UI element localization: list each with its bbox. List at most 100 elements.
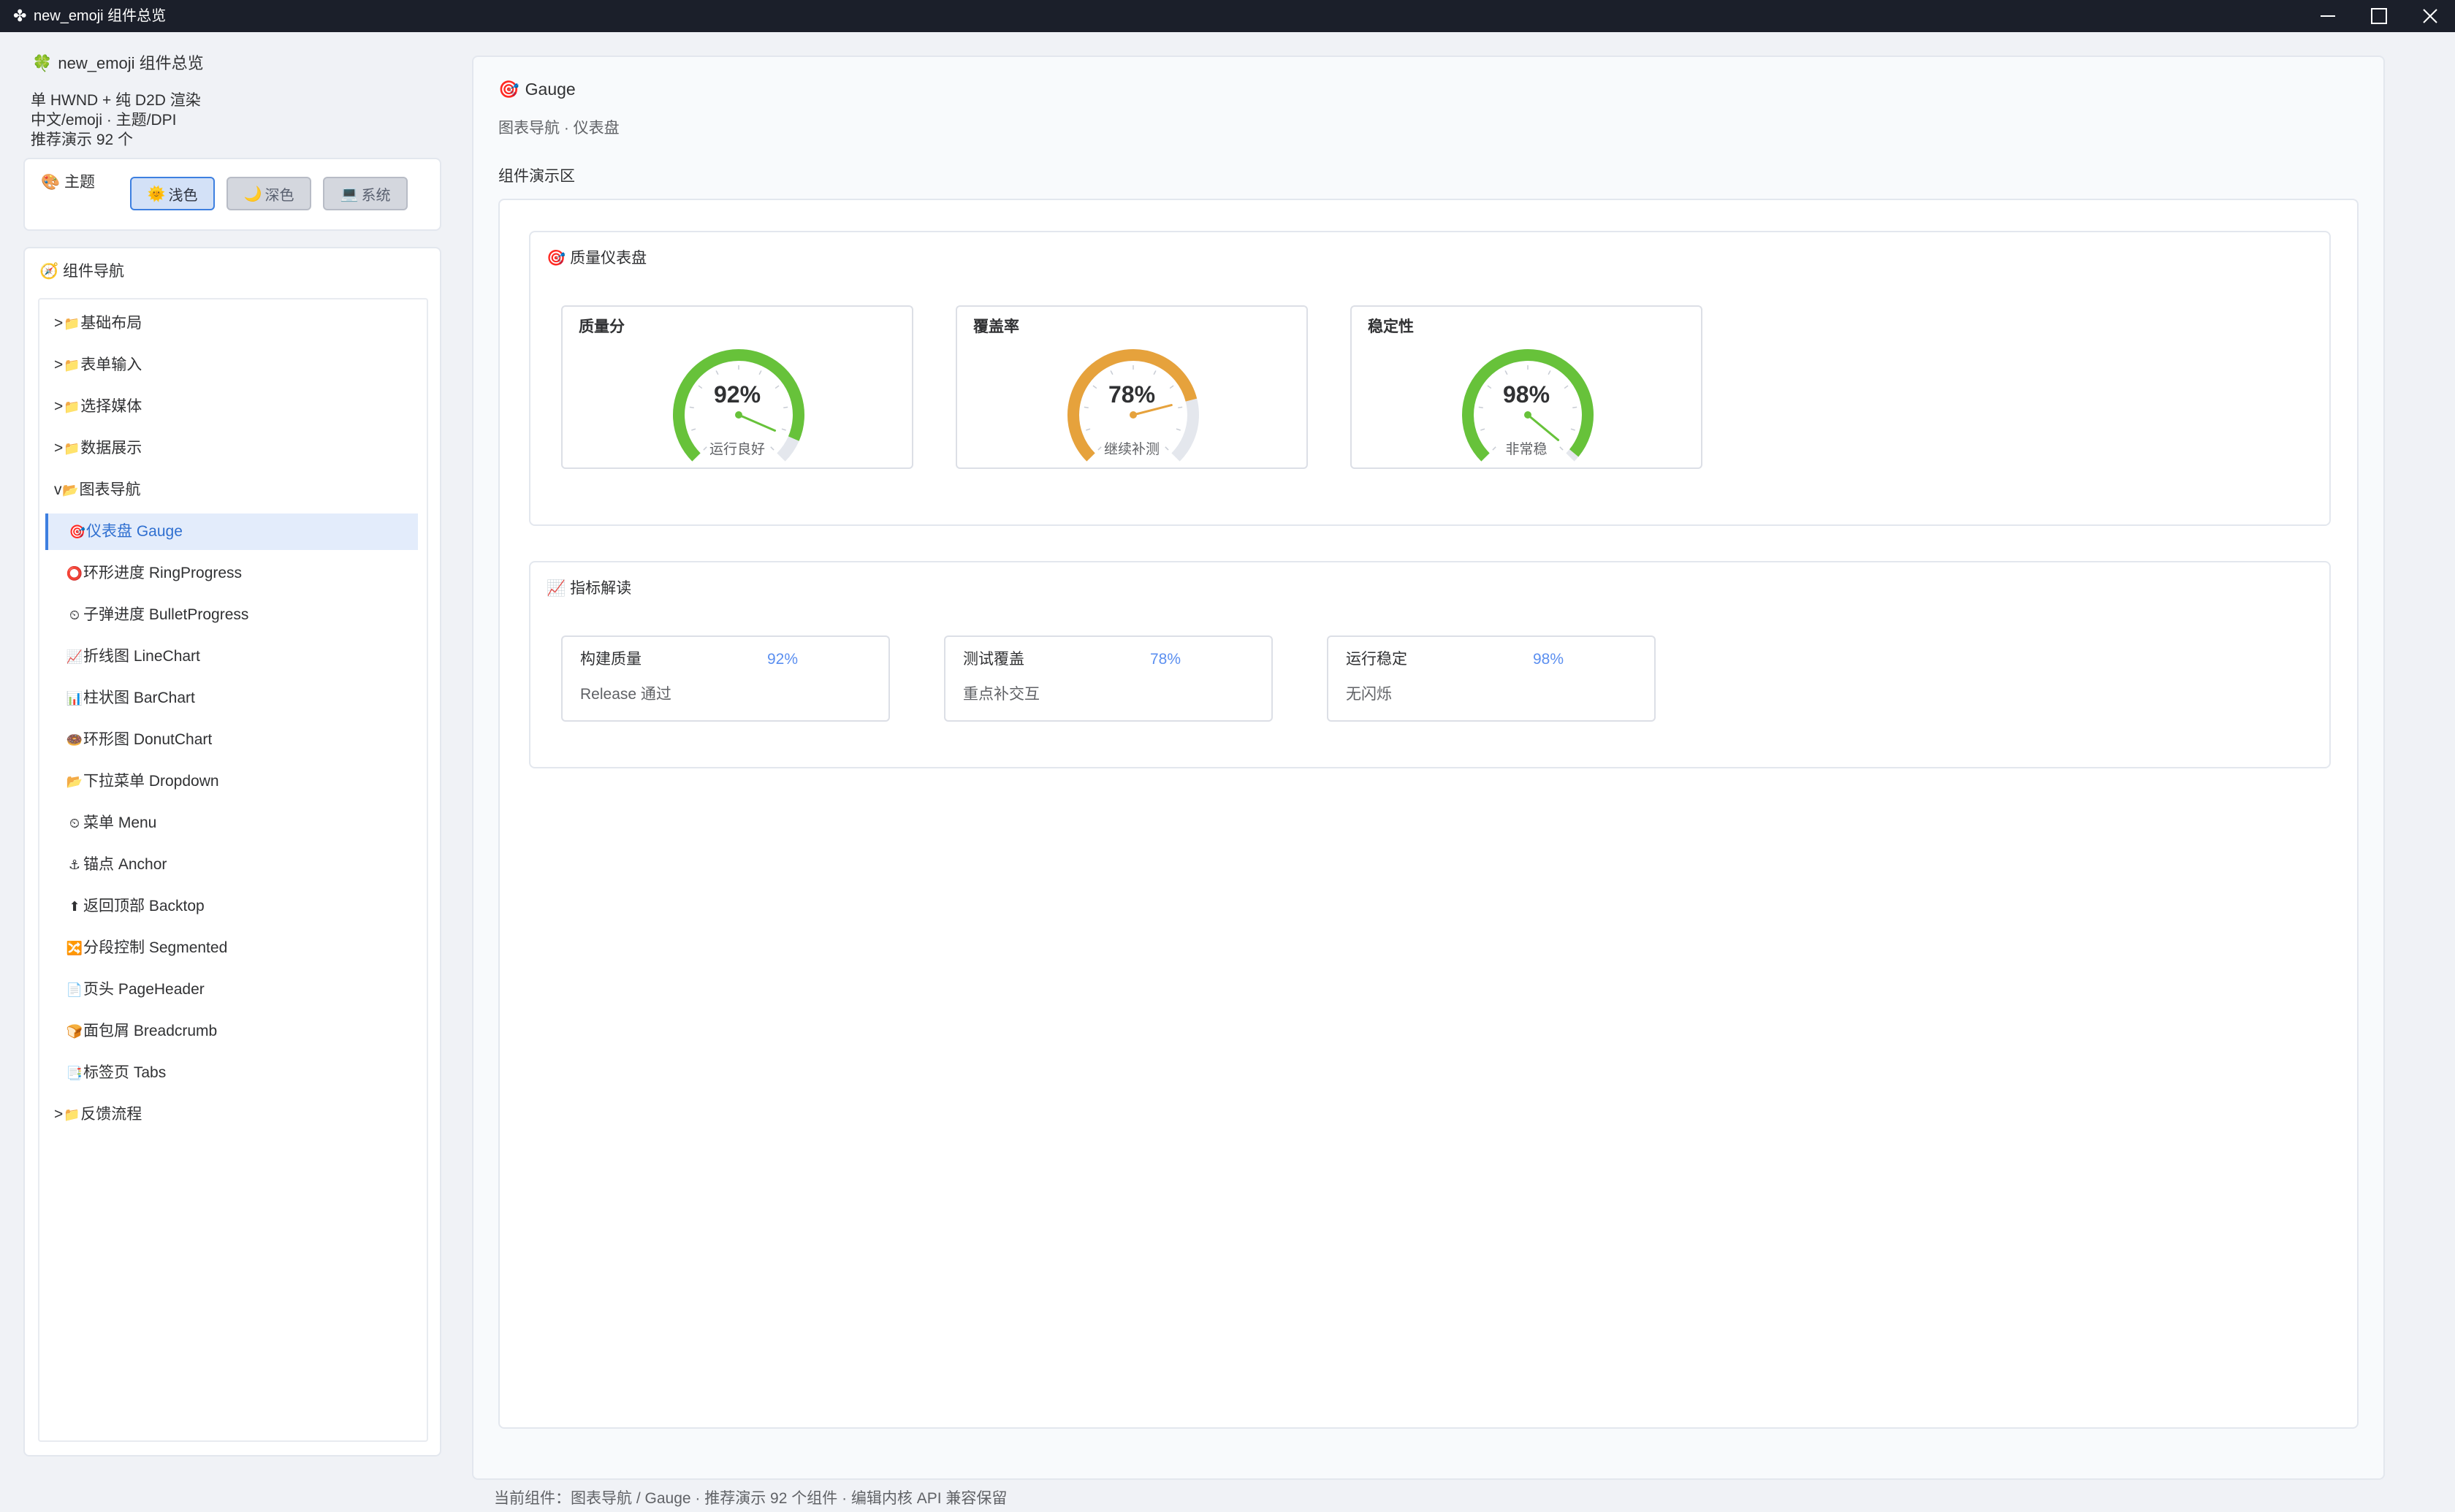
component-icon: ⏲	[69, 608, 80, 622]
nav-item[interactable]: 📑标签页 Tabs	[45, 1055, 418, 1091]
app-name: 🍀 new_emoji 组件总览	[32, 51, 204, 76]
folder-icon: 📁	[64, 358, 80, 373]
metric-value: 78%	[1150, 651, 1181, 668]
gauge-tick	[1086, 428, 1091, 431]
theme-system-button[interactable]: 💻 系统	[323, 177, 408, 210]
moon-icon: 🌙	[243, 186, 262, 202]
theme-light-button[interactable]: 🌞 浅色	[130, 177, 215, 210]
gauge-tick	[1176, 428, 1181, 431]
nav-item[interactable]: 📊柱状图 BarChart	[45, 680, 418, 717]
nav-item-label: 菜单 Menu	[83, 814, 157, 831]
nav-item-label: 环形图 DonutChart	[83, 731, 213, 748]
nav-item-label: 返回顶部 Backtop	[83, 898, 205, 915]
gauge-card: 覆盖率 78% 继续补测	[956, 305, 1308, 469]
gauge-caption: 继续补测	[1103, 442, 1160, 457]
component-icon: ⬆	[69, 899, 80, 914]
gauge-needle	[737, 413, 777, 432]
demo-area-label: 组件演示区	[498, 168, 575, 185]
nav-item[interactable]: 🔀分段控制 Segmented	[45, 930, 418, 966]
nav-item-label: 数据展示	[80, 440, 142, 457]
nav-label: 🧭 组件导航	[39, 259, 124, 285]
metric-name: 测试覆盖	[963, 651, 1024, 668]
nav-group[interactable]: >📁选择媒体	[45, 389, 418, 425]
metric-card: 运行稳定 98% 无闪烁	[1327, 635, 1656, 722]
nav-tree[interactable]: >📁基础布局 >📁表单输入 >📁选择媒体 >📁数据展示 v📂图表导航 🎯仪表盘 Gauge…	[38, 298, 428, 1442]
theme-panel: 🎨 主题 🌞 浅色 🌙 深色 💻 系统	[23, 158, 441, 231]
metric-value: 92%	[767, 651, 799, 668]
chevron-right-icon: >	[54, 440, 64, 457]
nav-group[interactable]: >📁表单输入	[45, 347, 418, 383]
gauge-tick	[781, 428, 786, 431]
component-icon: 🍞	[66, 1024, 83, 1039]
target-icon: 🎯	[498, 80, 519, 99]
folder-icon: 📂	[62, 483, 79, 497]
target-icon: 🎯	[547, 250, 566, 267]
minimize-icon	[2321, 15, 2335, 17]
clover-icon: 🍀	[32, 54, 53, 72]
nav-group[interactable]: v📂图表导航	[45, 472, 418, 508]
minimize-button[interactable]	[2303, 0, 2353, 32]
gauge-tick	[1153, 370, 1157, 375]
theme-label: 🎨 主题	[41, 171, 95, 194]
metric-value: 98%	[1533, 651, 1564, 668]
folder-icon: 📁	[64, 441, 80, 456]
nav-item[interactable]: ⏲ 子弹进度 BulletProgress	[45, 597, 418, 633]
nav-item-label: 表单输入	[80, 356, 142, 373]
gauge-tick	[1480, 428, 1485, 431]
nav-item-label: 面包屑 Breadcrumb	[83, 1023, 218, 1039]
quality-gauge-section: 🎯 质量仪表盘 质量分 92% 运行良好 覆盖率 78% 继续补测 稳定性 98%…	[529, 231, 2331, 526]
nav-item[interactable]: ⭕环形进度 RingProgress	[45, 555, 418, 592]
nav-item[interactable]: 🍞面包屑 Breadcrumb	[45, 1013, 418, 1050]
component-icon: 📑	[66, 1066, 83, 1080]
gauge-value: 98%	[1502, 381, 1550, 408]
palette-icon: 🎨	[41, 174, 61, 191]
metric-section-title: 📈 指标解读	[547, 576, 631, 602]
chevron-down-icon: v	[54, 481, 62, 498]
gauge-tick	[715, 370, 719, 375]
close-button[interactable]	[2405, 0, 2455, 32]
nav-group[interactable]: >📁基础布局	[45, 305, 418, 342]
nav-item-label: 环形进度 RingProgress	[83, 565, 243, 581]
gauge-title: 稳定性	[1368, 318, 1414, 335]
metric-desc: 无闪烁	[1346, 686, 1392, 703]
nav-item-label: 折线图 LineChart	[83, 648, 200, 665]
close-icon	[2423, 9, 2437, 23]
gauge-section-title-text: 质量仪表盘	[570, 250, 647, 267]
gauge-hub	[1130, 411, 1137, 419]
maximize-button[interactable]	[2354, 0, 2404, 32]
gauge-card: 质量分 92% 运行良好	[561, 305, 913, 469]
folder-icon: 📁	[64, 1107, 80, 1122]
theme-label-text: 主题	[64, 174, 95, 191]
nav-item[interactable]: ⬆ 返回顶部 Backtop	[45, 888, 418, 925]
metric-interpretation-section: 📈 指标解读 构建质量 92% Release 通过 测试覆盖 78% 重点补交互…	[529, 561, 2331, 768]
main-panel: 🎯 Gauge 图表导航 · 仪表盘 组件演示区 🎯 质量仪表盘 质量分 92% 运…	[472, 56, 2385, 1480]
nav-item-label: 图表导航	[79, 481, 141, 498]
nav-group[interactable]: >📁数据展示	[45, 430, 418, 467]
metric-name: 运行稳定	[1346, 651, 1407, 668]
nav-item[interactable]: 🍩环形图 DonutChart	[45, 722, 418, 758]
maximize-icon	[2371, 8, 2387, 24]
nav-item[interactable]: ⚓ 锚点 Anchor	[45, 847, 418, 883]
gauge-card: 稳定性 98% 非常稳	[1350, 305, 1702, 469]
gauge-section-title: 🎯 质量仪表盘	[547, 245, 647, 272]
nav-item[interactable]: ⏲ 菜单 Menu	[45, 805, 418, 841]
gauge-value: 92%	[713, 381, 761, 408]
chevron-right-icon: >	[54, 1106, 64, 1123]
status-bar: 当前组件：图表导航 / Gauge · 推荐演示 92 个组件 · 编辑内核 A…	[494, 1490, 1008, 1507]
nav-group[interactable]: >📁反馈流程	[45, 1096, 418, 1133]
component-icon: 📄	[66, 982, 83, 997]
gauge-caption: 运行良好	[709, 442, 765, 457]
info-line: 中文/emoji · 主题/DPI	[31, 112, 177, 129]
nav-item-label: 仪表盘 Gauge	[86, 523, 183, 540]
metric-card: 测试覆盖 78% 重点补交互	[944, 635, 1273, 722]
app-name-text: new_emoji 组件总览	[58, 54, 204, 72]
nav-item[interactable]: 🎯仪表盘 Gauge	[45, 513, 418, 550]
component-icon: 🎯	[69, 524, 86, 539]
window-title: new_emoji 组件总览	[34, 8, 167, 24]
nav-item[interactable]: 📄页头 PageHeader	[45, 971, 418, 1008]
demo-area: 🎯 质量仪表盘 质量分 92% 运行良好 覆盖率 78% 继续补测 稳定性 98%…	[498, 199, 2359, 1429]
nav-item[interactable]: 📂下拉菜单 Dropdown	[45, 763, 418, 800]
nav-item[interactable]: 📈折线图 LineChart	[45, 638, 418, 675]
theme-dark-button[interactable]: 🌙 深色	[227, 177, 311, 210]
folder-icon: 📁	[64, 400, 80, 414]
